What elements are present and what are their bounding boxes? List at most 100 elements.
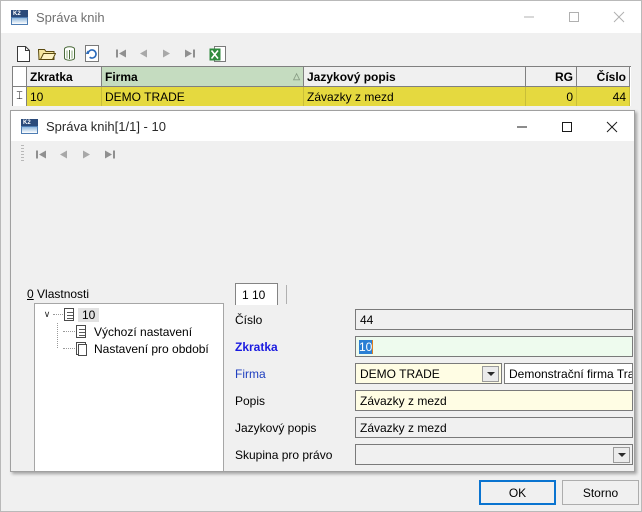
field-label: Číslo (235, 313, 263, 327)
k2-app-icon: K2 (11, 9, 28, 25)
inner-minimize-button[interactable] (499, 111, 544, 143)
outer-storno-button[interactable]: Storno (562, 480, 639, 505)
export-excel-button[interactable] (206, 43, 229, 65)
jazykovy-popis-field[interactable]: Závazky z mezd (355, 417, 633, 438)
zkratka-field[interactable]: 10 (355, 336, 633, 357)
grid-header-cell[interactable] (13, 67, 27, 87)
tree-item[interactable]: ∨ 10 (35, 306, 223, 323)
skupina-pro-pravo-field[interactable] (355, 444, 633, 465)
field-value: Demonstrační firma Trade, s (509, 366, 633, 381)
outer-maximize-button[interactable] (551, 1, 596, 33)
form-row: Popis Závazky z mezd (235, 390, 634, 417)
selected-text: 10 (359, 339, 373, 354)
tree-item-label: Výchozí nastavení (94, 324, 193, 339)
records-grid[interactable]: Zkratka Firma △ Jazykový popis RG Číslo ⌶ 10 DE… (12, 66, 631, 106)
outer-minimize-button[interactable] (506, 1, 551, 33)
grid-header-label: RG (555, 69, 573, 84)
tab-1-10[interactable]: 1 10 (235, 283, 278, 305)
grid-header-row: Zkratka Firma △ Jazykový popis RG Číslo (13, 67, 631, 87)
tree-item[interactable]: Nastavení pro období (35, 340, 223, 357)
chevron-down-icon[interactable] (482, 366, 499, 382)
grid-cell[interactable]: Závazky z mezd (304, 87, 526, 106)
outer-window-titlebar[interactable]: K2 Správa knih (1, 1, 641, 33)
new-record-button[interactable] (12, 43, 35, 65)
field-value: Závazky z mezd (360, 420, 447, 435)
form-row: Číslo 44 (235, 309, 634, 336)
form-row: Změněno12.07.2019 8:55:10 (235, 471, 635, 472)
document-icon (75, 324, 87, 339)
outer-ok-button[interactable]: OK (479, 480, 556, 505)
zmeneno-field[interactable]: 12.07.2019 8:55:10 (355, 471, 633, 472)
first-record-button[interactable] (109, 43, 132, 65)
grid-header-cell[interactable]: Číslo (577, 67, 630, 87)
form-row: Jazykový popis Závazky z mezd (235, 417, 634, 444)
grid-header-label: Zkratka (30, 69, 73, 84)
outer-window: K2 Správa knih Zkratka Firma △ Jazykový … (0, 0, 642, 512)
field-label: Zkratka (235, 340, 278, 354)
grid-header-label: Číslo (596, 69, 626, 84)
inner-dialog-toolbar (21, 143, 621, 165)
grid-cell[interactable]: 0 (526, 87, 577, 106)
toolbar-grip[interactable] (21, 145, 24, 163)
text-caret (372, 339, 374, 354)
tree-connector (63, 348, 75, 349)
field-label: Popis (235, 394, 266, 408)
grid-header-label: Jazykový popis (307, 69, 396, 84)
firma-description-field[interactable]: Demonstrační firma Trade, s (504, 363, 633, 384)
outer-close-button[interactable] (596, 1, 641, 33)
tree-connector (57, 323, 58, 348)
book-detail-form: Číslo 44 Zkratka 10 Firma DEMO TRADE Demonstra… (235, 309, 635, 472)
field-label: Firma (235, 367, 266, 381)
field-label: Skupina pro právo (235, 448, 333, 462)
properties-tree[interactable]: ∨ 10 Výchozí nastavení Nastavení pro období (34, 303, 224, 471)
outer-toolbar (12, 42, 631, 65)
documents-icon (75, 341, 87, 356)
row-cursor-icon: ⌶ (13, 87, 27, 106)
tree-connector (63, 331, 75, 332)
refresh-document-icon-button[interactable] (81, 43, 104, 65)
open-folder-icon-button[interactable] (35, 43, 58, 65)
grid-cell[interactable]: 10 (27, 87, 102, 106)
chevron-down-icon[interactable] (613, 447, 630, 463)
field-value: Závazky z mezd (360, 393, 447, 408)
previous-record-button[interactable] (52, 143, 75, 165)
last-record-button[interactable] (178, 43, 201, 65)
grid-cell[interactable]: 44 (577, 87, 630, 106)
grid-header-cell[interactable]: Zkratka (27, 67, 102, 87)
next-record-button[interactable] (155, 43, 178, 65)
trash-can-icon-button[interactable] (58, 43, 81, 65)
form-row: Firma DEMO TRADE Demonstrační firma Trade,… (235, 363, 634, 390)
next-record-button[interactable] (75, 143, 98, 165)
chevron-down-icon[interactable]: ∨ (41, 309, 53, 320)
first-record-button[interactable] (29, 143, 52, 165)
book-detail-dialog: K2 Správa knih[1/1] - 10 0 Vlastnosti ∨ … (10, 110, 635, 472)
outer-window-title: Správa knih (36, 9, 105, 25)
popis-field[interactable]: Závazky z mezd (355, 390, 633, 411)
form-row: Zkratka 10 (235, 336, 634, 363)
form-row: Skupina pro právo (235, 444, 634, 471)
grid-header-cell[interactable]: Jazykový popis (304, 67, 526, 87)
table-row[interactable]: ⌶ 10 DEMO TRADE Závazky z mezd 0 44 (13, 87, 631, 106)
k2-app-icon: K2 (21, 118, 38, 134)
firma-field[interactable]: DEMO TRADE (355, 363, 502, 384)
grid-header-cell[interactable]: RG (526, 67, 577, 87)
detail-tabstrip: 1 10 (235, 283, 633, 305)
inner-maximize-button[interactable] (544, 111, 589, 143)
previous-record-button[interactable] (132, 43, 155, 65)
cislo-field[interactable]: 44 (355, 309, 633, 330)
field-label: Jazykový popis (235, 421, 317, 435)
tree-item-label: Nastavení pro období (94, 341, 209, 356)
tree-item[interactable]: Výchozí nastavení (35, 323, 223, 340)
field-value: 44 (360, 312, 374, 327)
grid-header-cell[interactable]: Firma △ (102, 67, 304, 87)
inner-close-button[interactable] (589, 111, 634, 143)
grid-body[interactable]: ⌶ 10 DEMO TRADE Závazky z mezd 0 44 (13, 87, 631, 106)
last-record-button[interactable] (98, 143, 121, 165)
properties-label-text: Vlastnosti (33, 287, 90, 301)
inner-dialog-titlebar[interactable]: K2 Správa knih[1/1] - 10 (11, 111, 634, 141)
tab-divider (286, 285, 287, 304)
sort-ascending-icon: △ (293, 71, 300, 81)
tree-item-label: 10 (78, 307, 100, 322)
grid-cell[interactable]: DEMO TRADE (102, 87, 304, 106)
properties-accesskey: 0 (27, 287, 34, 301)
